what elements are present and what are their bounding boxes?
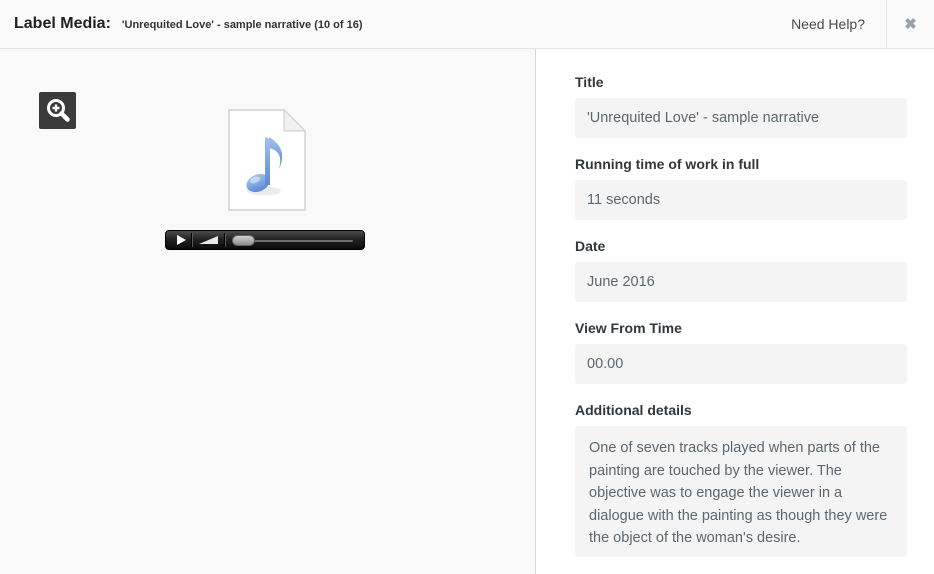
running-time-input[interactable] [575,180,907,220]
field-view-from-time: View From Time [575,320,907,384]
zoom-in-button[interactable] [39,92,76,129]
volume-icon [199,235,219,245]
field-date: Date [575,238,907,302]
field-title: Title [575,74,907,138]
media-name-and-progress: 'Unrequited Love' - sample narrative (10… [122,19,363,31]
close-button[interactable]: ✖ [886,0,934,48]
need-help-link[interactable]: Need Help? [791,16,865,32]
view-from-time-input[interactable] [575,344,907,384]
label-media-modal: Label Media: 'Unrequited Love' - sample … [0,0,934,574]
audio-file-icon [228,109,306,211]
zoom-in-icon [43,96,73,126]
seek-handle[interactable] [232,235,255,246]
date-label: Date [575,238,907,254]
modal-header: Label Media: 'Unrequited Love' - sample … [0,0,934,49]
seek-bar[interactable] [226,231,359,249]
close-icon: ✖ [904,15,917,33]
additional-details-label: Additional details [575,402,907,418]
metadata-form: Title Running time of work in full Date … [536,49,934,574]
view-from-time-label: View From Time [575,320,907,336]
date-input[interactable] [575,262,907,302]
additional-details-textarea[interactable]: One of seven tracks played when parts of… [575,426,907,557]
audio-player-bar [165,230,365,250]
modal-body: Title Running time of work in full Date … [0,49,934,574]
running-time-label: Running time of work in full [575,156,907,172]
play-button[interactable] [171,231,192,249]
field-additional-details: Additional details One of seven tracks p… [575,402,907,562]
modal-title: Label Media: [14,15,111,33]
title-input[interactable] [575,98,907,138]
media-preview-pane [0,49,536,574]
play-icon [177,235,186,245]
field-running-time: Running time of work in full [575,156,907,220]
volume-button[interactable] [193,231,225,249]
title-label: Title [575,74,907,90]
